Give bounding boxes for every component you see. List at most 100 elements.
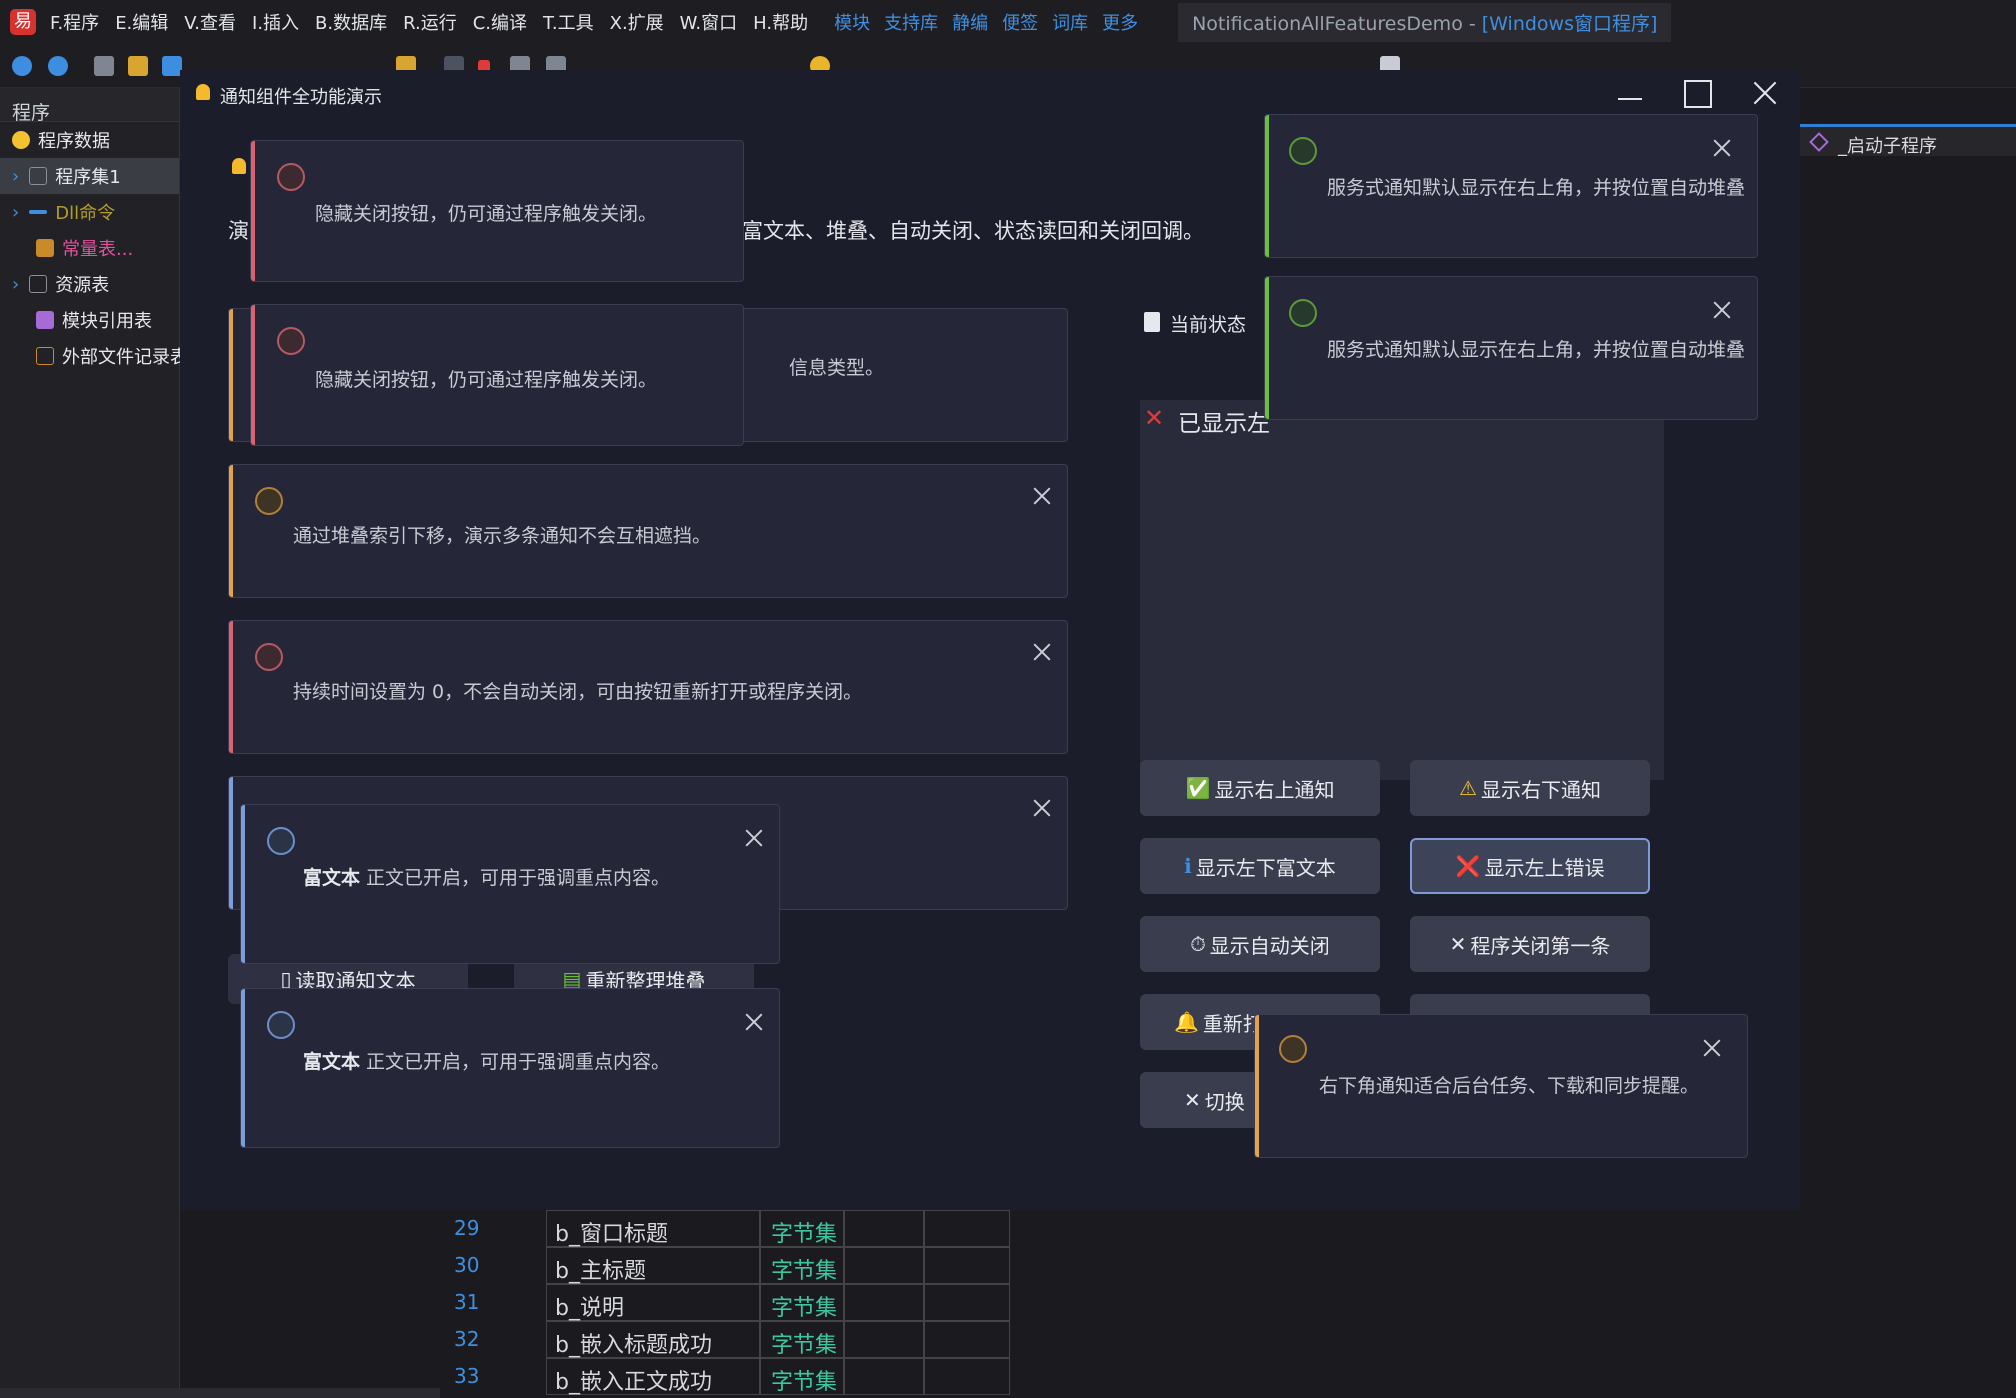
toast-error-1: 隐藏关闭按钮，仍可通过程序触发关闭。	[250, 140, 744, 282]
close-icon[interactable]	[745, 1013, 763, 1031]
menu-insert[interactable]: I.插入	[252, 9, 299, 35]
link-support-lib[interactable]: 支持库	[884, 9, 938, 35]
menu-compile[interactable]: C.编译	[473, 9, 527, 35]
tree-item-resources[interactable]: › 资源表	[0, 266, 179, 302]
link-notes[interactable]: 便签	[1002, 9, 1038, 35]
info-dot-icon	[267, 827, 295, 855]
close-icon[interactable]	[1033, 799, 1051, 817]
clipboard-icon	[1144, 312, 1160, 332]
menu-help[interactable]: H.帮助	[753, 9, 808, 35]
tree-item-dll[interactable]: › Dll命令	[0, 194, 179, 230]
link-icon	[29, 210, 48, 214]
file-icon	[36, 347, 54, 365]
toast-richtext-2: 富文本 正文已开启，可用于强调重点内容。	[240, 988, 780, 1148]
chevron-right-icon: ›	[12, 273, 20, 295]
tab-startup-subroutine[interactable]: _启动子程序	[1800, 124, 2016, 157]
open-folder-icon[interactable]	[128, 56, 148, 76]
back-icon[interactable]	[12, 56, 32, 76]
ide-menubar: 易 F.程序 E.编辑 V.查看 I.插入 B.数据库 R.运行 C.编译 T.…	[0, 0, 2016, 44]
panel-header: 程序	[0, 88, 179, 124]
toast-bottom-right: 右下角通知适合后台任务、下载和同步提醒。	[1254, 1014, 1748, 1158]
resource-icon	[29, 275, 48, 293]
bell-icon	[196, 84, 210, 100]
toast-error-2: 隐藏关闭按钮，仍可通过程序触发关闭。	[250, 304, 744, 446]
menu-window[interactable]: W.窗口	[680, 9, 737, 35]
status-panel: ✕ 已显示左	[1140, 400, 1664, 780]
show-auto-close-button[interactable]: ⏱ 显示自动关闭	[1140, 916, 1380, 972]
minimize-button[interactable]	[1594, 74, 1664, 110]
show-top-left-error-button[interactable]: ❌ 显示左上错误	[1410, 838, 1650, 894]
menu-extend[interactable]: X.扩展	[610, 9, 664, 35]
table-row[interactable]: 29 b_窗口标题 字节集	[440, 1210, 1060, 1247]
right-editor-strip: _启动子程序	[1800, 88, 2016, 1398]
ide-window-title: NotificationAllFeaturesDemo - [Windows窗口…	[1178, 2, 1672, 42]
close-icon[interactable]	[1033, 643, 1051, 661]
window-title: 通知组件全功能演示	[220, 87, 382, 108]
error-dot-icon	[277, 327, 305, 355]
status-title: 当前状态	[1170, 314, 1247, 336]
table-row[interactable]: 33 b_嵌入正文成功 字节集	[440, 1358, 1060, 1395]
link-module[interactable]: 模块	[834, 9, 870, 35]
save-icon[interactable]	[162, 56, 182, 76]
module-icon	[36, 311, 54, 329]
menu-edit[interactable]: E.编辑	[115, 9, 168, 35]
constant-icon	[36, 239, 54, 257]
toast-service-2: 服务式通知默认显示在右上角，并按位置自动堆叠	[1264, 276, 1758, 420]
status-text: 已显示左	[1178, 411, 1270, 437]
error-dot-icon	[255, 643, 283, 671]
toast-service-1: 服务式通知默认显示在右上角，并按位置自动堆叠	[1264, 114, 1758, 258]
code-table: 29 b_窗口标题 字节集 30 b_主标题 字节集 31 b_说明 字节集 3…	[440, 1210, 1060, 1398]
tree-item-program-data[interactable]: 程序数据	[0, 122, 179, 158]
info-dot-icon	[267, 1011, 295, 1039]
tree-item-modules[interactable]: 模块引用表	[0, 302, 179, 338]
demo-window: 通知组件全功能演示 演 富文本、堆叠、自动关闭、状态读回和关闭回调。 信息类型。…	[180, 70, 1800, 1210]
braces-icon	[29, 167, 48, 185]
close-first-button[interactable]: ✕ 程序关闭第一条	[1410, 916, 1650, 972]
tree-item-assembly[interactable]: › 程序集1	[0, 158, 179, 194]
show-bottom-right-button[interactable]: ⚠ 显示右下通知	[1410, 760, 1650, 816]
notification-card-persistent: 持续时间设置为 0，不会自动关闭，可由按钮重新打开或程序关闭。	[228, 620, 1068, 754]
tree-item-constants[interactable]: 常量表...	[0, 230, 179, 266]
menu-program[interactable]: F.程序	[50, 9, 99, 35]
chevron-right-icon: ›	[12, 201, 20, 223]
menu-tools[interactable]: T.工具	[543, 9, 594, 35]
success-dot-icon	[1289, 137, 1317, 165]
smiley-icon	[12, 131, 30, 149]
app-logo-icon: 易	[10, 9, 36, 35]
table-row[interactable]: 31 b_说明 字节集	[440, 1284, 1060, 1321]
window-titlebar: 通知组件全功能演示	[180, 70, 1800, 114]
link-lexicon[interactable]: 词库	[1052, 9, 1088, 35]
tree-item-external-files[interactable]: 外部文件记录表	[0, 338, 188, 374]
menu-view[interactable]: V.查看	[184, 9, 236, 35]
new-file-icon[interactable]	[94, 56, 114, 76]
table-row[interactable]: 30 b_主标题 字节集	[440, 1247, 1060, 1284]
error-dot-icon	[277, 163, 305, 191]
link-static-compile[interactable]: 静编	[952, 9, 988, 35]
chevron-right-icon: ›	[12, 165, 20, 187]
cube-icon	[1809, 132, 1829, 152]
link-more[interactable]: 更多	[1102, 9, 1138, 35]
close-icon[interactable]	[1703, 1039, 1721, 1057]
warning-dot-icon	[1279, 1035, 1307, 1063]
forward-icon[interactable]	[48, 56, 68, 76]
bottom-tab-bar	[0, 1388, 440, 1398]
show-bottom-left-richtext-button[interactable]: ℹ 显示左下富文本	[1140, 838, 1380, 894]
success-dot-icon	[1289, 299, 1317, 327]
menu-run[interactable]: R.运行	[403, 9, 457, 35]
close-icon[interactable]	[1713, 301, 1731, 319]
project-panel: 程序 程序数据 › 程序集1 › Dll命令 常量表... › 资源表 模块引用…	[0, 88, 188, 1398]
heading-bell-icon	[232, 158, 246, 174]
menu-database[interactable]: B.数据库	[315, 9, 387, 35]
close-icon[interactable]	[1033, 487, 1051, 505]
maximize-button[interactable]	[1662, 74, 1732, 110]
error-x-icon: ✕	[1144, 404, 1165, 432]
toast-richtext-1: 富文本 正文已开启，可用于强调重点内容。	[240, 804, 780, 964]
notification-card-stacked: 通过堆叠索引下移，演示多条通知不会互相遮挡。	[228, 464, 1068, 598]
show-top-right-button[interactable]: ✅ 显示右上通知	[1140, 760, 1380, 816]
close-icon[interactable]	[1713, 139, 1731, 157]
close-button[interactable]	[1730, 74, 1800, 110]
close-icon[interactable]	[745, 829, 763, 847]
intro-text-start: 演	[228, 219, 249, 243]
table-row[interactable]: 32 b_嵌入标题成功 字节集	[440, 1321, 1060, 1358]
intro-text-end: 富文本、堆叠、自动关闭、状态读回和关闭回调。	[742, 219, 1204, 243]
